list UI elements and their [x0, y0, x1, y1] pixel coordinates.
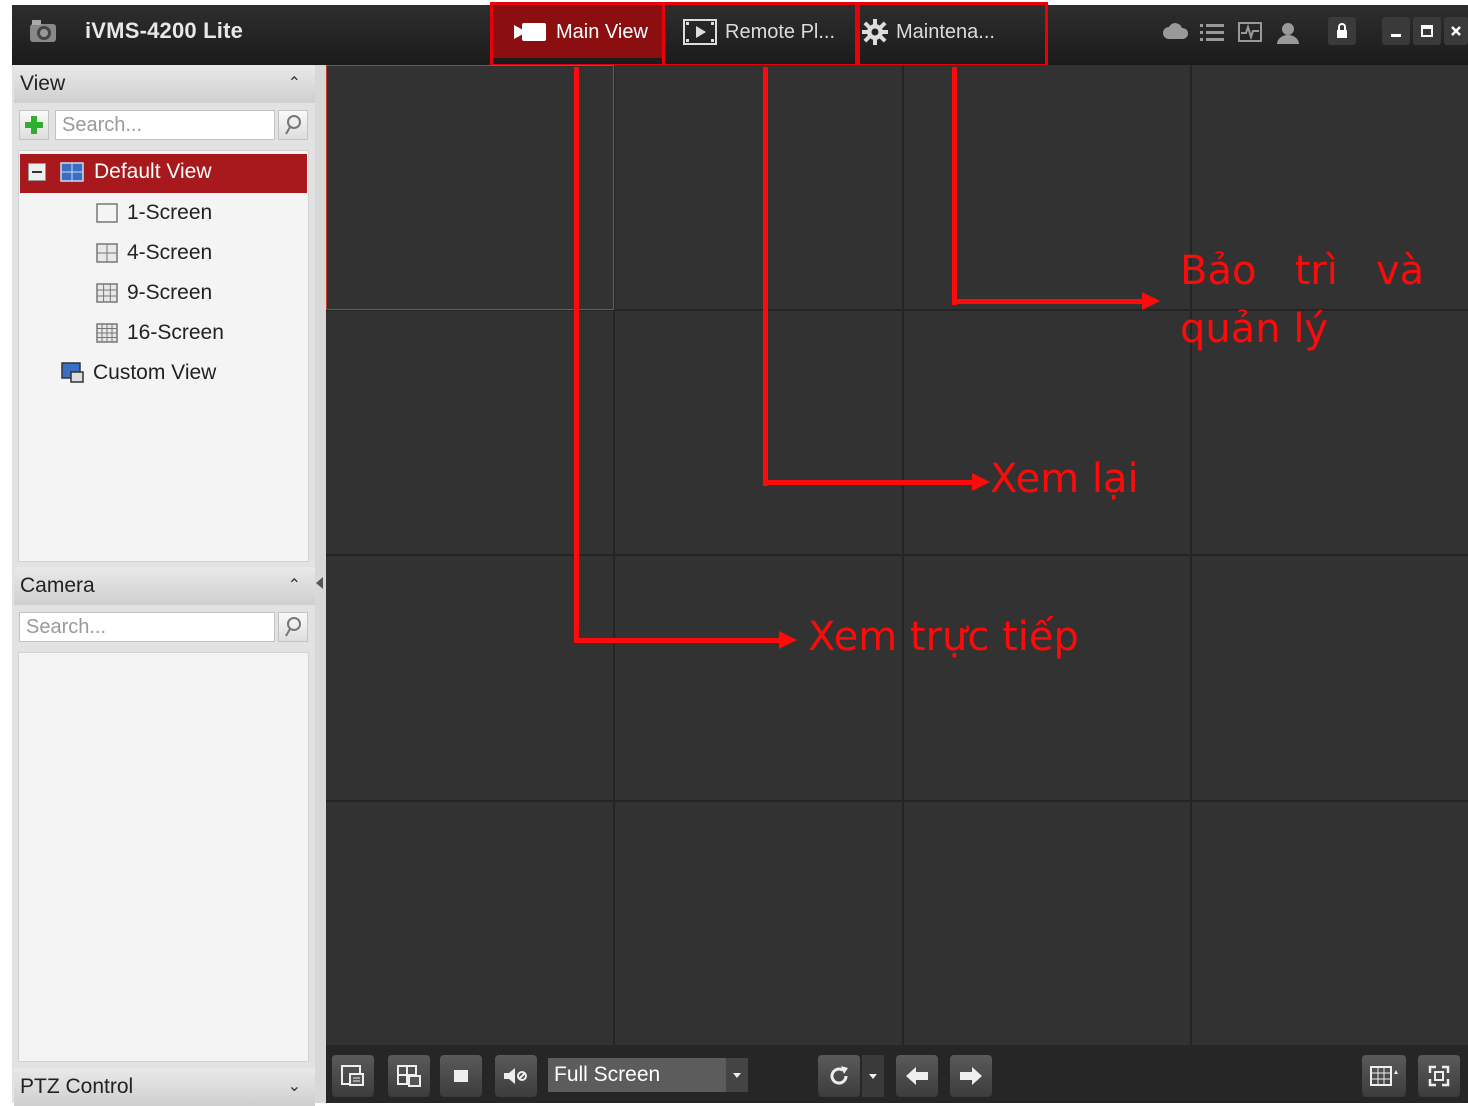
tree-item-16-screen[interactable]: 16-Screen [96, 321, 224, 345]
plus-icon [25, 116, 43, 134]
save-as-view-button[interactable] [388, 1055, 430, 1097]
previous-page-button[interactable] [896, 1055, 938, 1097]
sixteen-screen-icon [96, 323, 118, 343]
auto-switch-dropdown[interactable] [862, 1055, 884, 1097]
selected-window-frame[interactable] [326, 65, 614, 310]
annotation-line [952, 67, 957, 305]
tree-item-default-view[interactable]: Default View [28, 160, 212, 184]
layout-grid-icon [1370, 1066, 1398, 1086]
annotation-line [952, 299, 1142, 304]
annotation-maintenance-line2: quản lý [1180, 306, 1329, 352]
next-page-button[interactable] [950, 1055, 992, 1097]
tree-item-1-screen[interactable]: 1-Screen [96, 201, 212, 225]
tree-item-label: 4-Screen [127, 241, 213, 264]
camera-app-icon [28, 18, 56, 42]
cloud-icon[interactable] [1163, 22, 1189, 45]
annotation-line [763, 480, 973, 485]
annotation-maintenance: Bảo trì và [1180, 248, 1425, 294]
single-screen-icon [96, 203, 118, 223]
highlight-remote [662, 2, 860, 67]
view-grid-icon [60, 162, 84, 182]
lock-icon [1337, 23, 1347, 38]
annotation-arrowhead [779, 631, 797, 649]
save-view-button[interactable] [332, 1055, 374, 1097]
arrow-right-icon [960, 1067, 982, 1085]
dropdown-arrow-icon [733, 1072, 741, 1078]
annotation-line [763, 67, 768, 486]
mute-button[interactable] [495, 1055, 537, 1097]
speaker-mute-icon [504, 1068, 527, 1084]
view-panel-header[interactable]: View ⌃ [14, 65, 315, 103]
tree-item-label: Default View [94, 160, 212, 183]
camera-list [18, 652, 309, 1062]
tree-item-label: 1-Screen [127, 201, 213, 224]
ptz-panel-header[interactable]: PTZ Control ⌄ [14, 1068, 315, 1106]
maximize-button[interactable] [1413, 17, 1441, 45]
custom-view-icon [61, 362, 84, 383]
annotation-line [574, 638, 779, 643]
close-icon [1451, 26, 1461, 36]
tree-item-9-screen[interactable]: 9-Screen [96, 281, 212, 305]
highlight-main-view [490, 2, 665, 67]
search-icon [285, 617, 301, 637]
ptz-panel-title: PTZ Control [20, 1075, 134, 1098]
annotation-live-view: Xem trực tiếp [808, 614, 1079, 660]
annotation-arrowhead [972, 473, 990, 491]
health-monitor-icon[interactable] [1238, 22, 1262, 47]
display-mode-select[interactable]: Full Screen [548, 1058, 726, 1092]
list-icon[interactable] [1200, 22, 1224, 47]
minimize-button[interactable] [1382, 17, 1410, 45]
collapse-sidebar-icon[interactable] [316, 577, 323, 589]
add-view-button[interactable] [19, 110, 49, 140]
view-search-button[interactable] [278, 110, 308, 140]
display-mode-dropdown-button[interactable] [726, 1058, 748, 1092]
view-panel-title: View [20, 72, 66, 95]
annotation-arrowhead [1142, 292, 1160, 310]
stop-all-button[interactable] [440, 1055, 482, 1097]
save-as-view-icon [397, 1065, 421, 1087]
lock-button[interactable] [1328, 17, 1356, 45]
dropdown-arrow-icon [869, 1073, 877, 1079]
chevron-up-icon[interactable]: ⌃ [288, 567, 301, 605]
tree-item-label: 9-Screen [127, 281, 213, 304]
view-search-input[interactable]: Search... [55, 110, 275, 140]
fullscreen-icon [1428, 1065, 1450, 1087]
close-button[interactable] [1444, 17, 1468, 45]
grid-divider [326, 800, 1468, 802]
fullscreen-button[interactable] [1418, 1055, 1460, 1097]
grid-divider [326, 554, 1468, 556]
tree-item-label: 16-Screen [127, 321, 224, 344]
camera-panel-header[interactable]: Camera ⌃ [14, 567, 315, 605]
nine-screen-icon [96, 283, 118, 303]
chevron-down-icon[interactable]: ⌄ [288, 1068, 301, 1106]
save-view-icon [341, 1065, 364, 1086]
camera-search-input[interactable]: Search... [19, 612, 275, 642]
maximize-icon [1421, 25, 1433, 37]
camera-search-button[interactable] [278, 612, 308, 642]
app-title: iVMS-4200 Lite [85, 18, 244, 43]
window-division-button[interactable] [1362, 1055, 1406, 1097]
arrow-left-icon [906, 1067, 928, 1085]
tree-item-4-screen[interactable]: 4-Screen [96, 241, 212, 265]
user-icon[interactable] [1276, 22, 1300, 49]
quad-screen-icon [96, 243, 118, 263]
refresh-icon [830, 1066, 848, 1085]
collapse-minus-icon[interactable] [28, 163, 46, 181]
search-icon [285, 115, 301, 135]
chevron-up-icon[interactable]: ⌃ [288, 65, 301, 103]
tree-item-custom-view[interactable]: Custom View [61, 361, 216, 385]
camera-panel-title: Camera [20, 574, 95, 597]
tree-item-label: Custom View [93, 361, 217, 384]
minimize-icon [1391, 34, 1401, 37]
highlight-maintenance [855, 2, 1048, 67]
annotation-playback: Xem lại [990, 456, 1139, 502]
auto-switch-button[interactable] [818, 1055, 860, 1097]
annotation-line [574, 67, 579, 643]
stop-icon [454, 1070, 468, 1082]
